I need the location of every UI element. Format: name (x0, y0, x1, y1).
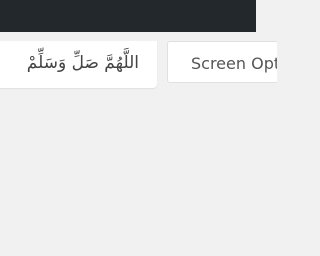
screen-options-button[interactable]: Screen Options (167, 41, 277, 83)
admin-top-bar (0, 0, 256, 32)
arabic-notice-tab: اللَّهُمَّ صَلِّ وَسَلِّمْ (0, 41, 157, 88)
arabic-notice-text: اللَّهُمَّ صَلِّ وَسَلِّمْ (26, 53, 139, 73)
screen-options-label: Screen Options (191, 54, 277, 73)
